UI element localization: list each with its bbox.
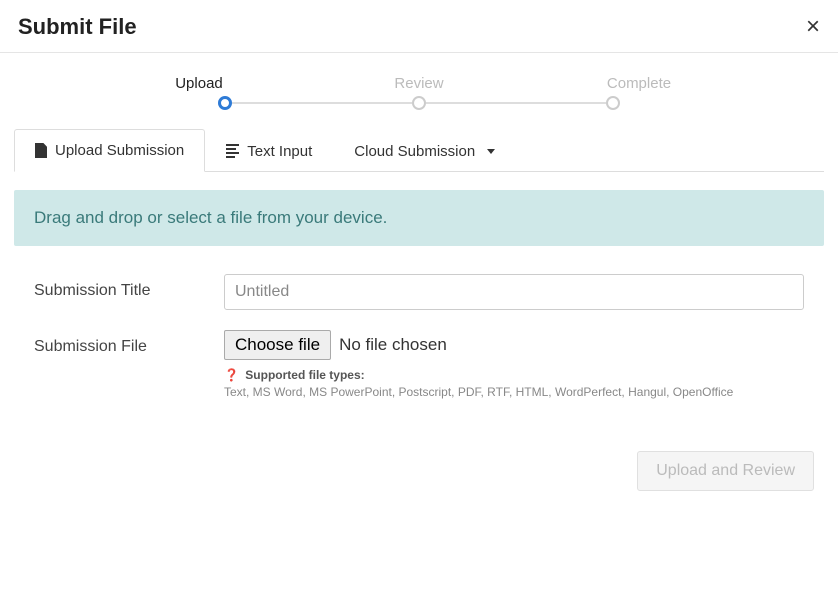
- step-label-upload: Upload: [159, 75, 239, 92]
- file-icon: [35, 143, 47, 158]
- no-file-text: No file chosen: [339, 335, 447, 355]
- supported-title: Supported file types:: [245, 368, 364, 382]
- modal-header: Submit File ×: [0, 0, 838, 53]
- step-circle-upload: [218, 96, 232, 110]
- row-submission-title: Submission Title: [0, 264, 838, 320]
- stepper-track: [0, 96, 838, 128]
- submission-title-input[interactable]: [224, 274, 804, 310]
- tab-label: Cloud Submission: [354, 143, 475, 160]
- supported-types: Text, MS Word, MS PowerPoint, Postscript…: [224, 384, 784, 401]
- stepper-labels: Upload Review Complete: [0, 53, 838, 96]
- label-submission-title: Submission Title: [34, 274, 224, 300]
- text-lines-icon: [226, 144, 239, 158]
- step-label-review: Review: [379, 75, 459, 92]
- tab-cloud-submission[interactable]: Cloud Submission: [333, 129, 516, 172]
- tab-label: Upload Submission: [55, 142, 184, 159]
- upload-and-review-button[interactable]: Upload and Review: [637, 451, 814, 491]
- footer: Upload and Review: [0, 411, 838, 501]
- modal-title: Submit File: [18, 14, 137, 40]
- info-banner[interactable]: Drag and drop or select a file from your…: [14, 190, 824, 246]
- close-icon[interactable]: ×: [806, 15, 820, 39]
- step-circle-review: [412, 96, 426, 110]
- row-submission-file: Submission File Choose file No file chos…: [0, 320, 838, 411]
- supported-info: ❓ Supported file types: Text, MS Word, M…: [224, 368, 804, 401]
- step-label-complete: Complete: [599, 75, 679, 92]
- info-icon: ❓: [224, 368, 239, 382]
- step-line-1: [232, 102, 412, 104]
- step-circle-complete: [606, 96, 620, 110]
- chevron-down-icon: [487, 149, 495, 154]
- choose-file-button[interactable]: Choose file: [224, 330, 331, 360]
- tabs: Upload Submission Text Input Cloud Submi…: [14, 128, 824, 172]
- tab-label: Text Input: [247, 143, 312, 160]
- tab-text-input[interactable]: Text Input: [205, 129, 333, 172]
- step-line-2: [426, 102, 606, 104]
- label-submission-file: Submission File: [34, 330, 224, 356]
- tab-upload-submission[interactable]: Upload Submission: [14, 129, 205, 172]
